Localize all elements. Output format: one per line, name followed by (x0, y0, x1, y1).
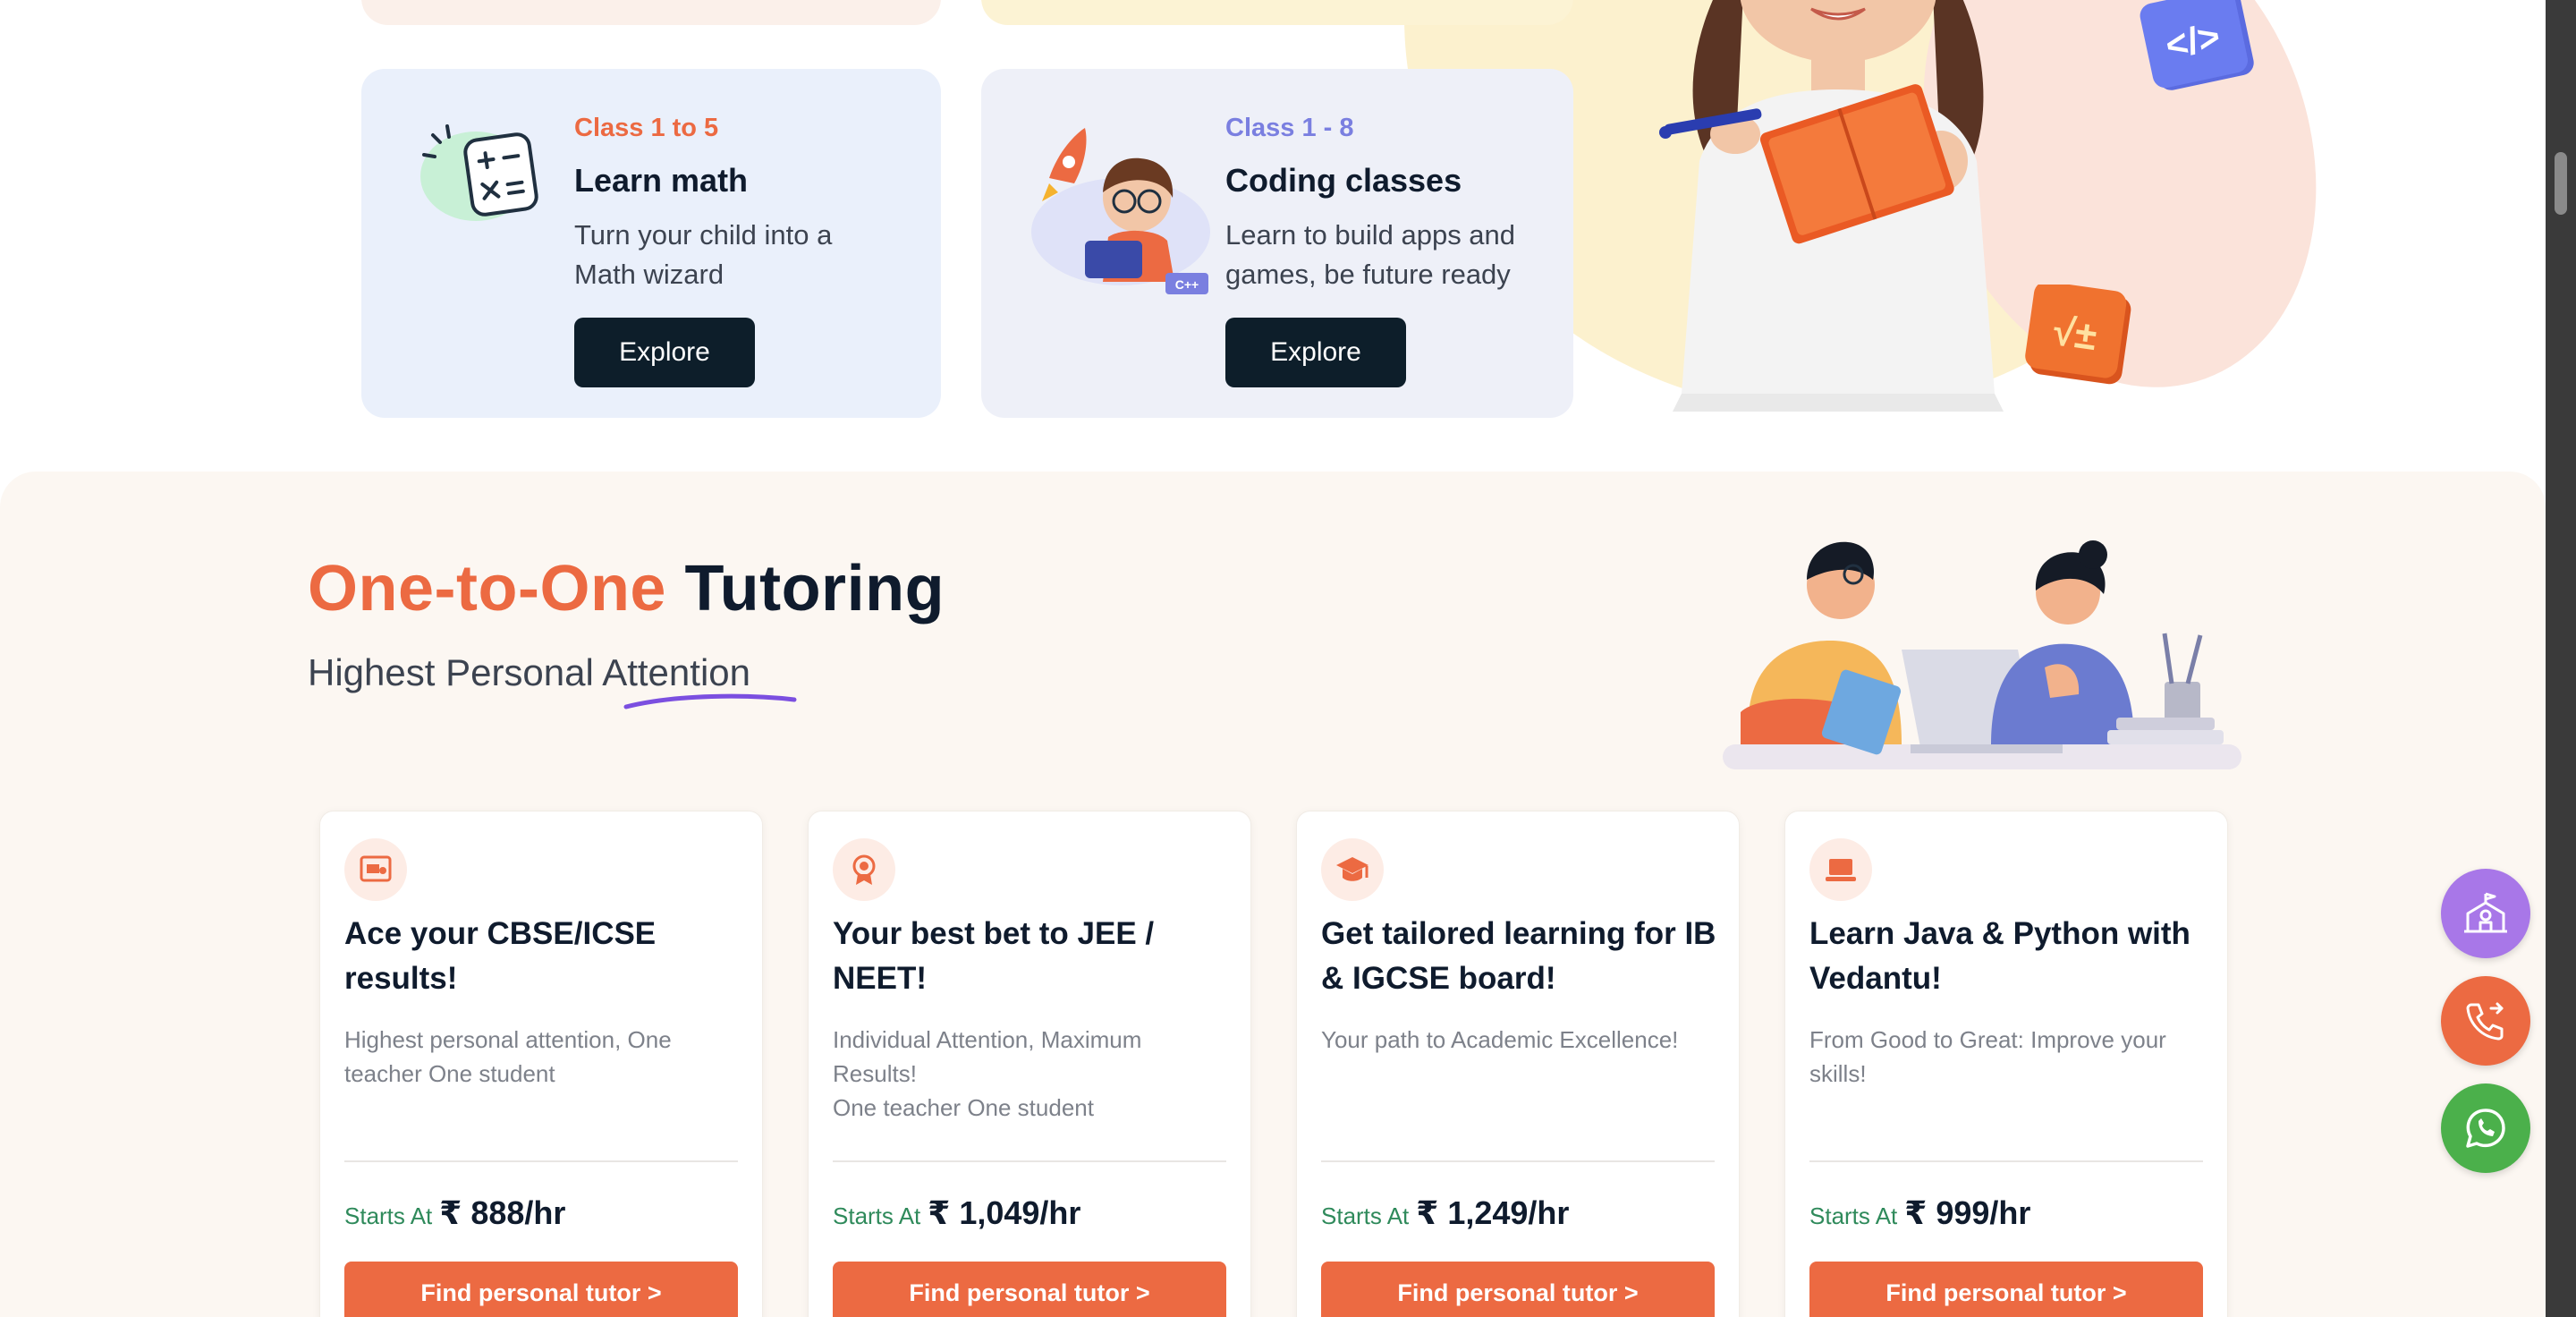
girl-reading-illustration (1659, 0, 2004, 412)
school-icon (2464, 892, 2507, 933)
explore-button[interactable]: Explore (574, 318, 755, 387)
previous-card-bottom (361, 0, 941, 25)
find-personal-tutor-button[interactable]: Find personal tutor > (1321, 1262, 1715, 1317)
svg-text:C++: C++ (1175, 277, 1199, 292)
laptop-icon (1809, 838, 1872, 901)
divider (1321, 1160, 1715, 1162)
school-button[interactable] (2441, 869, 2530, 958)
plan-title: Your best bet to JEE / NEET! (833, 916, 1155, 996)
plan-price: Starts At ₹ 888/hr (344, 1194, 566, 1231)
explore-button[interactable]: Explore (1225, 318, 1406, 387)
divider (833, 1160, 1226, 1162)
find-personal-tutor-button[interactable]: Find personal tutor > (1809, 1262, 2203, 1317)
tutoring-plan-card: Your best bet to JEE / NEET! Individual … (808, 811, 1251, 1317)
coding-class-card: C++ Class 1 - 8 Coding classes Learn to … (981, 69, 1573, 418)
plan-description: From Good to Great: Improve your skills! (1809, 1026, 2166, 1087)
class-card-description: Turn your child into a Math wizard (574, 219, 833, 290)
class-card-title: Coding classes (1225, 162, 1462, 199)
whatsapp-icon (2466, 1109, 2505, 1148)
section-subtitle: Highest Personal Attention (308, 651, 750, 693)
math-class-card: Class 1 to 5 Learn math Turn your child … (361, 69, 941, 418)
previous-card-bottom (981, 0, 1573, 25)
tutoring-plan-card: Learn Java & Python with Vedantu! From G… (1784, 811, 2228, 1317)
class-range-label: Class 1 - 8 (1225, 114, 1354, 142)
plan-title: Ace your CBSE/ICSE results! (344, 916, 657, 996)
divider (1809, 1160, 2203, 1162)
coding-kid-illustration: C++ (1031, 128, 1210, 294)
certificate-icon (344, 838, 407, 901)
code-badge-icon: </> (2140, 0, 2254, 90)
plan-description: Individual Attention, Maximum Results! O… (833, 1026, 1142, 1121)
find-personal-tutor-button[interactable]: Find personal tutor > (344, 1262, 738, 1317)
scrollbar-thumb[interactable] (2555, 152, 2567, 215)
class-range-label: Class 1 to 5 (574, 114, 719, 142)
class-card-title: Learn math (574, 162, 749, 199)
find-personal-tutor-button[interactable]: Find personal tutor > (833, 1262, 1226, 1317)
medal-icon (833, 838, 895, 901)
tutoring-plan-card: Get tailored learning for IB & IGCSE boa… (1296, 811, 1740, 1317)
svg-text:√±: √± (2051, 310, 2100, 359)
page: </> √± Class 1 to 5 Learn math Turn your… (0, 0, 2546, 1317)
class-card-description: Learn to build apps and games, be future… (1225, 219, 1516, 290)
math-badge-icon: √± (2025, 285, 2131, 385)
whatsapp-button[interactable] (2441, 1083, 2530, 1173)
divider (344, 1160, 738, 1162)
phone-callback-icon (2466, 1002, 2504, 1041)
graduation-cap-icon (1321, 838, 1384, 901)
plan-description: Your path to Academic Excellence! (1321, 1026, 1679, 1053)
calculator-icon (420, 124, 538, 221)
plan-price: Starts At ₹ 999/hr (1809, 1194, 2031, 1231)
callback-button[interactable] (2441, 976, 2530, 1066)
tutor-and-student-illustration (1723, 540, 2241, 769)
plan-title: Learn Java & Python with Vedantu! (1809, 916, 2190, 996)
tutoring-plan-card: Ace your CBSE/ICSE results! Highest pers… (319, 811, 763, 1317)
plan-title: Get tailored learning for IB & IGCSE boa… (1321, 916, 1716, 996)
plan-description: Highest personal attention, One teacher … (344, 1026, 672, 1087)
plan-price: Starts At ₹ 1,049/hr (833, 1194, 1081, 1231)
plan-price: Starts At ₹ 1,249/hr (1321, 1194, 1570, 1231)
highlight-underline (623, 693, 797, 709)
section-title: One-to-One Tutoring (308, 553, 945, 625)
